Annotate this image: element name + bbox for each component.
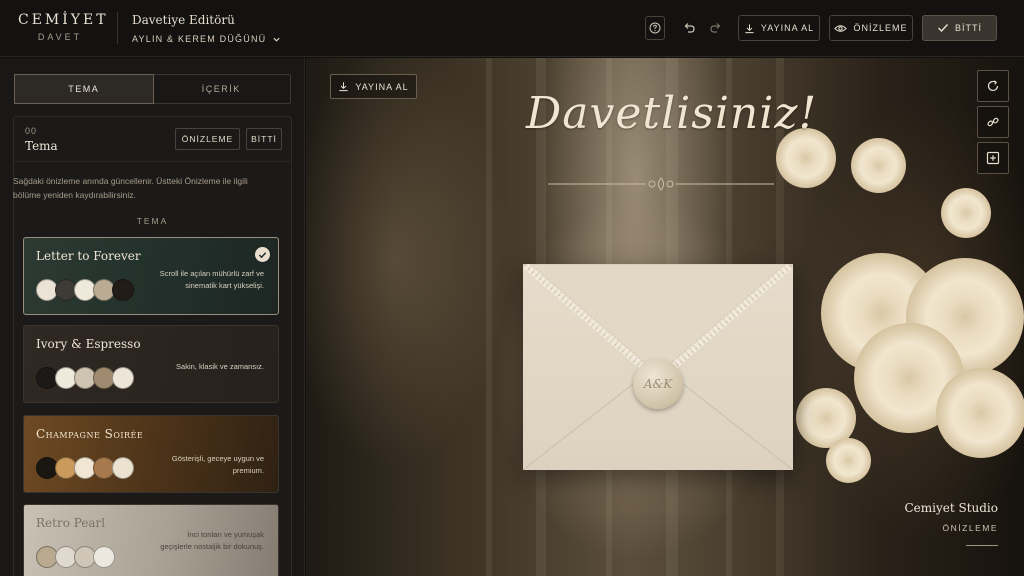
- color-swatch: [112, 457, 134, 479]
- flower-decoration: [826, 438, 871, 483]
- section-description: Sağdaki önizleme anında güncellenir. Üst…: [13, 176, 248, 200]
- tab-content[interactable]: İÇERİK: [153, 75, 291, 103]
- theme-description: Sakin, klasik ve zamansız.: [176, 362, 264, 371]
- refresh-icon: [987, 80, 999, 92]
- color-swatch: [112, 367, 134, 389]
- theme-description: İnci tonları ve yumuşak geçişlerle nosta…: [160, 530, 264, 551]
- editor-tabs: TEMA İÇERİK: [14, 74, 291, 104]
- add-element-button[interactable]: [977, 142, 1009, 174]
- flower-decoration: [936, 368, 1024, 458]
- flower-decoration: [851, 138, 906, 193]
- publish-button[interactable]: YAYINA AL: [738, 15, 820, 41]
- tab-theme[interactable]: TEMA: [14, 74, 154, 104]
- swatch-group: [36, 367, 136, 389]
- invitation-preview: YAYINA AL Davetlisiniz! A&K Cemiyet Stud…: [306, 58, 1024, 576]
- preview-label: ÖNİZLEME: [853, 23, 908, 33]
- undo-icon: [684, 23, 695, 33]
- brand-name: CEMİYET: [18, 12, 109, 28]
- plus-square-icon: [986, 151, 1000, 165]
- color-swatch: [93, 546, 115, 568]
- selected-check-icon: [255, 247, 270, 262]
- brand-logo[interactable]: CEMİYET DAVET: [18, 12, 109, 42]
- editor-sidebar: TEMA İÇERİK 00 Tema ÖNİZLEME BİTTİ Sağda…: [0, 58, 305, 576]
- swatch-group: [36, 457, 136, 479]
- section-number: 00: [25, 126, 38, 136]
- envelope[interactable]: A&K: [523, 264, 793, 470]
- studio-subtitle: ÖNİZLEME: [942, 523, 998, 533]
- help-icon: [649, 22, 661, 34]
- preview-publish-button[interactable]: YAYINA AL: [330, 74, 417, 99]
- ornament-divider: [548, 177, 774, 191]
- themes-label: TEMA: [136, 216, 169, 226]
- undo-button[interactable]: [676, 15, 702, 41]
- invitation-headline: Davetlisiniz!: [526, 88, 818, 139]
- swatch-group: [36, 279, 136, 301]
- redo-icon: [710, 23, 721, 33]
- header-divider: [117, 12, 118, 44]
- theme-description: Scroll ile açılan mühürlü zarf ve sinema…: [159, 269, 264, 290]
- redo-button[interactable]: [703, 15, 729, 41]
- section-preview-button[interactable]: ÖNİZLEME: [175, 128, 240, 150]
- chevron-down-icon: [273, 37, 280, 42]
- theme-card-retro-pearl[interactable]: Retro Pearl İnci tonları ve yumuşak geçi…: [23, 504, 279, 576]
- studio-name: Cemiyet Studio: [904, 501, 998, 515]
- copy-link-button[interactable]: [977, 106, 1009, 138]
- theme-description: Gösterişli, geceye uygun ve premium.: [171, 454, 264, 475]
- preview-button[interactable]: ÖNİZLEME: [829, 15, 913, 41]
- section-done-button[interactable]: BİTTİ: [246, 128, 282, 150]
- theme-name: Letter to Forever: [36, 249, 141, 263]
- page-title: Davetiye Editörü: [132, 13, 235, 27]
- publish-label: YAYINA AL: [760, 23, 815, 33]
- theme-card-champagne-soiree[interactable]: Champagne Soirée Gösterişli, geceye uygu…: [23, 415, 279, 493]
- preview-toolbar: [977, 70, 1009, 178]
- theme-name: Champagne Soirée: [36, 427, 144, 441]
- link-icon: [987, 117, 999, 127]
- preview-publish-label: YAYINA AL: [355, 81, 409, 92]
- done-label: BİTTİ: [955, 23, 982, 33]
- project-name: AYLIN & KEREM DÜĞÜNÜ: [132, 34, 267, 44]
- section-title: Tema: [25, 139, 58, 153]
- top-bar: CEMİYET DAVET Davetiye Editörü AYLIN & K…: [0, 0, 1024, 57]
- theme-card-ivory-espresso[interactable]: Ivory & Espresso Sakin, klasik ve zamans…: [23, 325, 279, 403]
- project-selector[interactable]: AYLIN & KEREM DÜĞÜNÜ: [132, 34, 281, 44]
- color-swatch: [112, 279, 134, 301]
- check-icon: [938, 24, 948, 32]
- download-icon: [339, 82, 349, 92]
- theme-card-letter-to-forever[interactable]: Letter to Forever Scroll ile açılan mühü…: [23, 237, 279, 315]
- swatch-group: [36, 546, 136, 568]
- studio-underline: [966, 545, 998, 546]
- brand-sub: DAVET: [37, 32, 83, 42]
- help-button[interactable]: [645, 16, 665, 40]
- refresh-button[interactable]: [977, 70, 1009, 102]
- veil-strip: [486, 58, 492, 576]
- section-divider: [14, 161, 291, 162]
- done-button[interactable]: BİTTİ: [922, 15, 997, 41]
- wax-seal: A&K: [633, 359, 683, 409]
- download-icon: [745, 23, 754, 33]
- flower-decoration: [941, 188, 991, 238]
- studio-signature: Cemiyet Studio ÖNİZLEME: [904, 501, 998, 546]
- eye-icon: [834, 24, 848, 32]
- theme-name: Retro Pearl: [36, 516, 106, 530]
- theme-name: Ivory & Espresso: [36, 337, 141, 351]
